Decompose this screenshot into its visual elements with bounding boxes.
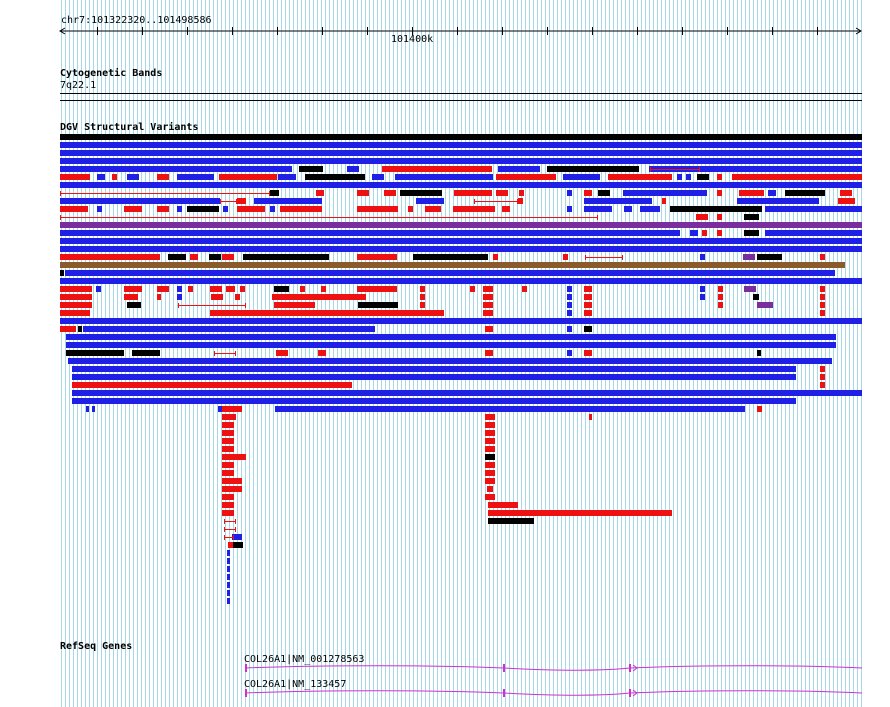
gene-exon[interactable] [245,664,247,672]
refseq-track[interactable] [0,0,890,707]
gene-exon[interactable] [245,689,247,697]
gene-intron-line[interactable] [244,665,863,671]
gene-exon[interactable] [629,689,631,697]
gene-exon[interactable] [503,664,505,672]
gene-exon[interactable] [629,664,631,672]
gene-exon[interactable] [503,689,505,697]
gene-intron-line[interactable] [244,690,863,696]
genome-browser-view[interactable]: chr7:101322320..101498586 101400k Cytoge… [0,0,890,707]
